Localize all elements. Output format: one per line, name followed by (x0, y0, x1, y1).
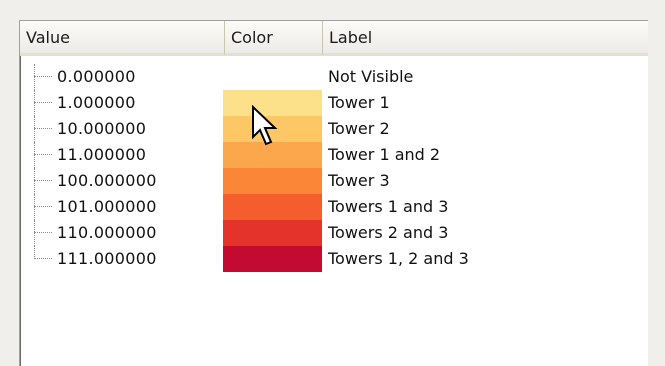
value-cell: 111.000000 (57, 249, 157, 268)
list-item[interactable]: 111.000000 Towers 1, 2 and 3 (20, 246, 648, 272)
column-header-label[interactable]: Label (323, 21, 648, 56)
label-cell: Towers 1, 2 and 3 (328, 249, 469, 268)
color-swatch[interactable] (223, 168, 322, 194)
mouse-pointer-icon (252, 105, 278, 146)
value-cell: 11.000000 (57, 145, 147, 164)
tree-connector (34, 220, 56, 246)
list-item[interactable]: 11.000000 Tower 1 and 2 (20, 142, 648, 168)
value-cell: 101.000000 (57, 197, 157, 216)
list-rows: 0.000000 Not Visible 1.000000 Tower 1 10.000… (20, 64, 648, 272)
tree-connector (34, 64, 56, 90)
list-item[interactable]: 101.000000 Towers 1 and 3 (20, 194, 648, 220)
list-item[interactable]: 110.000000 Towers 2 and 3 (20, 220, 648, 246)
label-cell: Tower 1 and 2 (328, 145, 441, 164)
color-swatch[interactable] (223, 194, 322, 220)
value-cell: 110.000000 (57, 223, 157, 242)
label-cell: Not Visible (328, 67, 414, 86)
value-cell: 1.000000 (57, 93, 136, 112)
list-item[interactable]: 0.000000 Not Visible (20, 64, 648, 90)
tree-connector (34, 246, 56, 272)
label-cell: Tower 2 (328, 119, 390, 138)
legend-list[interactable]: Value Color Label 0.000000 Not Visible 1.0… (19, 20, 648, 366)
color-swatch[interactable] (223, 64, 322, 90)
color-swatch[interactable] (223, 246, 322, 272)
tree-connector (34, 142, 56, 168)
legend-panel: Value Color Label 0.000000 Not Visible 1.0… (0, 0, 665, 366)
value-cell: 0.000000 (57, 67, 136, 86)
list-item[interactable]: 10.000000 Tower 2 (20, 116, 648, 142)
list-item[interactable]: 100.000000 Tower 3 (20, 168, 648, 194)
value-cell: 10.000000 (57, 119, 147, 138)
list-item[interactable]: 1.000000 Tower 1 (20, 90, 648, 116)
column-header-value[interactable]: Value (20, 21, 225, 56)
tree-connector (34, 194, 56, 220)
label-cell: Tower 1 (328, 93, 390, 112)
label-cell: Towers 2 and 3 (328, 223, 449, 242)
label-cell: Tower 3 (328, 171, 390, 190)
value-cell: 100.000000 (57, 171, 157, 190)
list-header: Value Color Label (20, 21, 648, 59)
tree-connector (34, 90, 56, 116)
tree-connector (34, 168, 56, 194)
tree-connector (34, 116, 56, 142)
color-swatch[interactable] (223, 220, 322, 246)
column-header-color[interactable]: Color (225, 21, 323, 56)
label-cell: Towers 1 and 3 (328, 197, 449, 216)
